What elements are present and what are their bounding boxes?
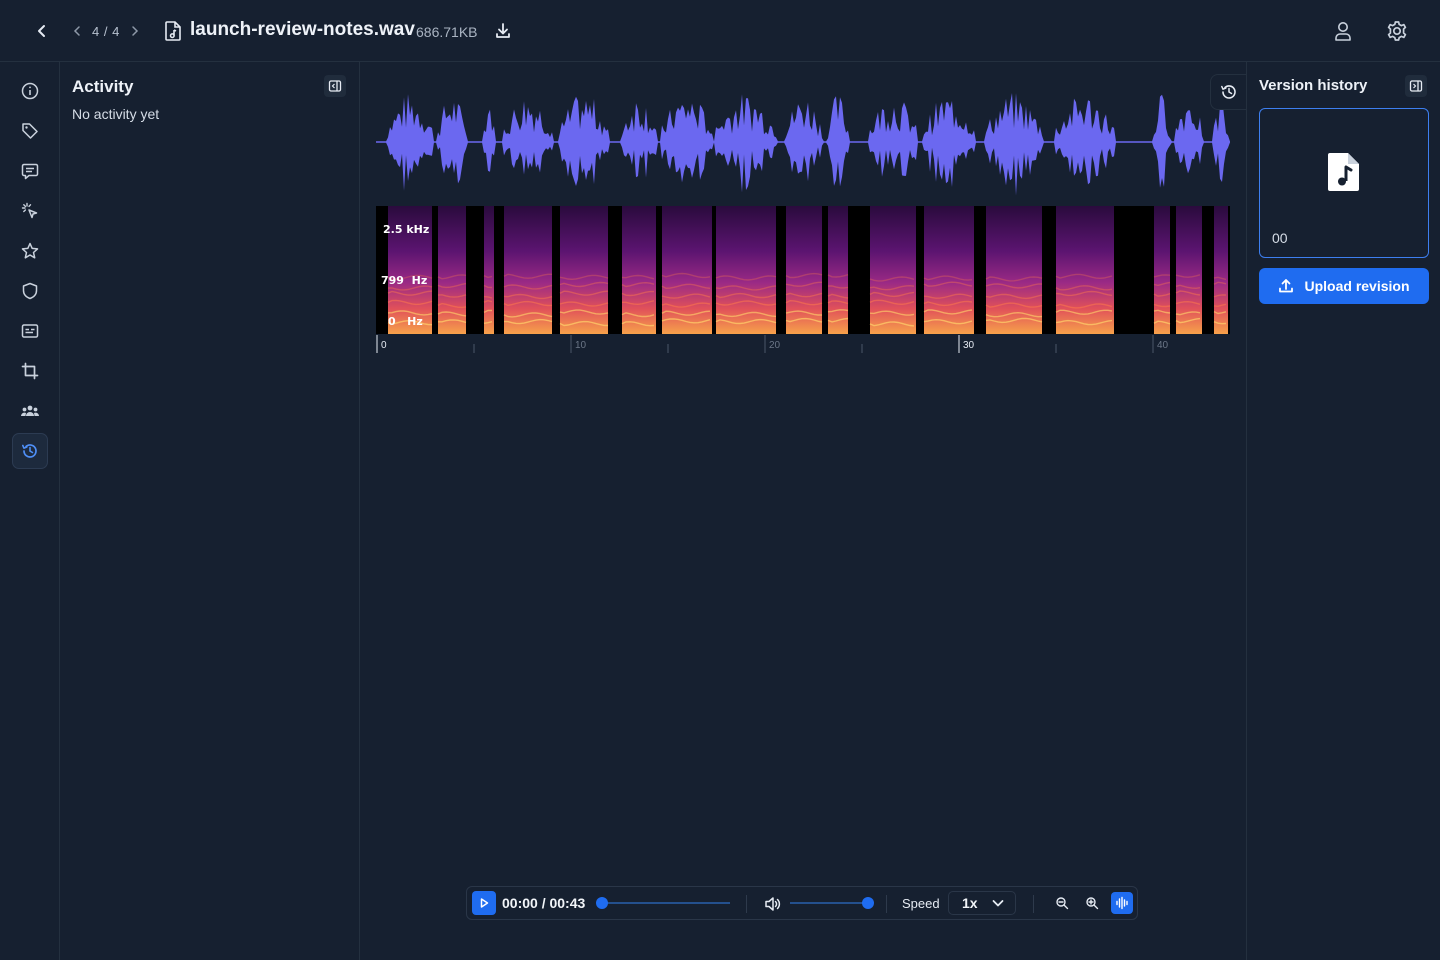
zoom-out-button[interactable] [1051, 892, 1073, 914]
spectrogram-segment [828, 206, 848, 334]
version-history-title: Version history [1259, 77, 1368, 94]
chevron-down-icon [992, 900, 1004, 907]
timeline-label: 0 [381, 340, 387, 351]
sidebar-item-history[interactable] [12, 433, 48, 469]
timeline-label: 30 [963, 340, 975, 351]
spectrogram-segment [560, 206, 608, 334]
waveform[interactable] [376, 88, 1230, 196]
sidebar-item-captions[interactable] [12, 313, 48, 349]
speed-value: 1x [962, 895, 978, 911]
timeline-label: 10 [575, 340, 587, 351]
file-size: 686.71KB [416, 24, 478, 40]
divider [886, 895, 887, 913]
left-icon-rail [0, 62, 60, 960]
timeline-ruler[interactable]: 0 10 20 30 40 [376, 335, 1232, 357]
panel-collapse-icon [328, 80, 342, 92]
freq-label-low: 0 Hz [388, 315, 423, 328]
activity-title: Activity [72, 77, 134, 96]
chevron-left-icon [73, 26, 80, 36]
timeline-label: 20 [769, 340, 781, 351]
chevron-right-icon [132, 26, 138, 36]
activity-empty-text: No activity yet [72, 106, 160, 122]
user-icon[interactable] [1332, 19, 1354, 43]
history-icon [22, 444, 37, 458]
upload-revision-label: Upload revision [1304, 278, 1410, 294]
volume-track[interactable] [790, 902, 868, 904]
zoom-in-icon [1086, 897, 1099, 910]
sidebar-item-tags[interactable] [12, 113, 48, 149]
freq-label-mid: 799 Hz [381, 274, 428, 287]
collapse-version-history-button[interactable] [1405, 75, 1427, 97]
star-icon [21, 242, 39, 259]
upload-revision-button[interactable]: Upload revision [1259, 268, 1429, 304]
people-icon [21, 405, 39, 416]
spectrogram-segment [484, 206, 494, 334]
shield-icon [22, 282, 38, 300]
tag-icon [22, 123, 38, 139]
version-history-toggle[interactable] [1210, 74, 1246, 110]
spectrogram-segment [1154, 206, 1170, 334]
waveform-shape [376, 93, 1230, 196]
spectrogram-image [387, 206, 1228, 334]
sidebar-item-security[interactable] [12, 273, 48, 309]
speed-select[interactable]: 1x [948, 891, 1016, 915]
audio-file-icon [165, 21, 181, 41]
spectrogram-segment [622, 206, 656, 334]
spectrogram-segment [924, 206, 974, 334]
audio-player-controls: 00:00 / 00:43 Speed 1x [466, 886, 1138, 920]
zoom-out-icon [1056, 897, 1069, 910]
divider [746, 895, 747, 913]
info-icon [21, 82, 39, 100]
timeline-label: 40 [1157, 340, 1169, 351]
sidebar-item-info[interactable] [12, 73, 48, 109]
comment-icon [21, 163, 39, 180]
spectrogram[interactable]: 2.5 kHz 799 Hz 0 Hz [376, 206, 1230, 334]
playback-time: 00:00 / 00:43 [502, 895, 586, 911]
play-icon [480, 898, 489, 908]
crop-icon [21, 362, 39, 380]
download-icon[interactable] [494, 21, 512, 41]
top-bar: 4 / 4 launch-review-notes.wav 686.71KB [0, 0, 1440, 62]
speed-label: Speed [902, 896, 940, 911]
activity-panel: Activity No activity yet [60, 62, 360, 960]
sidebar-item-people[interactable] [12, 393, 48, 429]
volume-handle[interactable] [862, 897, 874, 909]
next-file-button[interactable] [128, 20, 142, 42]
audio-viewer: 2.5 kHz 799 Hz 0 Hz 0 10 20 30 40 [360, 62, 1246, 960]
play-button[interactable] [472, 891, 496, 915]
collapse-activity-button[interactable] [324, 75, 346, 97]
zoom-in-button[interactable] [1081, 892, 1103, 914]
captions-icon [21, 324, 39, 338]
divider [1033, 895, 1034, 913]
volume-icon[interactable] [764, 895, 782, 913]
audio-file-icon [1328, 153, 1359, 191]
waveform-icon [1116, 896, 1128, 910]
spectrogram-segment [986, 206, 1042, 334]
gear-icon[interactable] [1385, 19, 1409, 43]
version-label: 00 [1272, 230, 1288, 246]
sidebar-item-favorite[interactable] [12, 233, 48, 269]
file-name: launch-review-notes.wav [190, 19, 415, 40]
sidebar-item-crop[interactable] [12, 353, 48, 389]
back-button[interactable] [30, 19, 54, 43]
panel-collapse-icon [1409, 80, 1423, 92]
upload-icon [1279, 279, 1294, 293]
version-history-panel: Version history 00 Upload revision [1246, 62, 1440, 960]
waveform-mode-button[interactable] [1111, 892, 1133, 914]
freq-label-high: 2.5 kHz [383, 223, 430, 236]
chevron-left-icon [38, 25, 45, 37]
seek-handle[interactable] [596, 897, 608, 909]
previous-file-button[interactable] [70, 20, 84, 42]
file-pager: 4 / 4 [70, 20, 142, 42]
sparkle-cursor-icon [21, 202, 38, 219]
seek-track[interactable] [602, 902, 730, 904]
spectrogram-segment [1214, 206, 1228, 334]
version-card[interactable]: 00 [1259, 108, 1429, 258]
sidebar-item-comments[interactable] [12, 153, 48, 189]
pager-count: 4 / 4 [92, 23, 120, 39]
history-icon [1220, 85, 1236, 99]
sidebar-item-ai[interactable] [12, 193, 48, 229]
